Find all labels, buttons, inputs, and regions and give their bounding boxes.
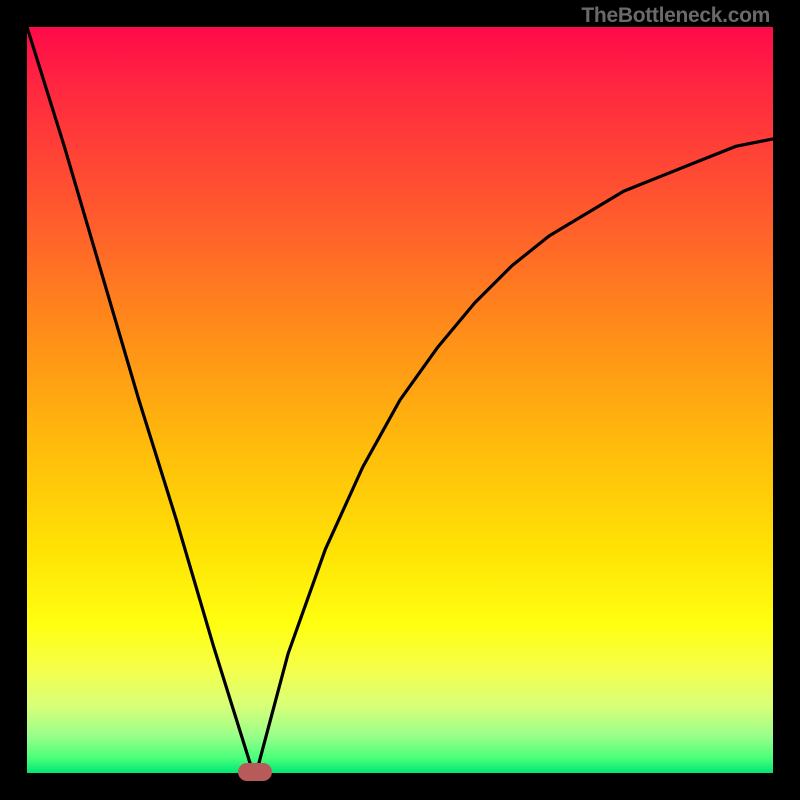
curve-plot xyxy=(27,27,773,773)
watermark-text: TheBottleneck.com xyxy=(581,4,770,28)
minimum-marker xyxy=(238,763,272,781)
chart-frame xyxy=(27,27,773,773)
